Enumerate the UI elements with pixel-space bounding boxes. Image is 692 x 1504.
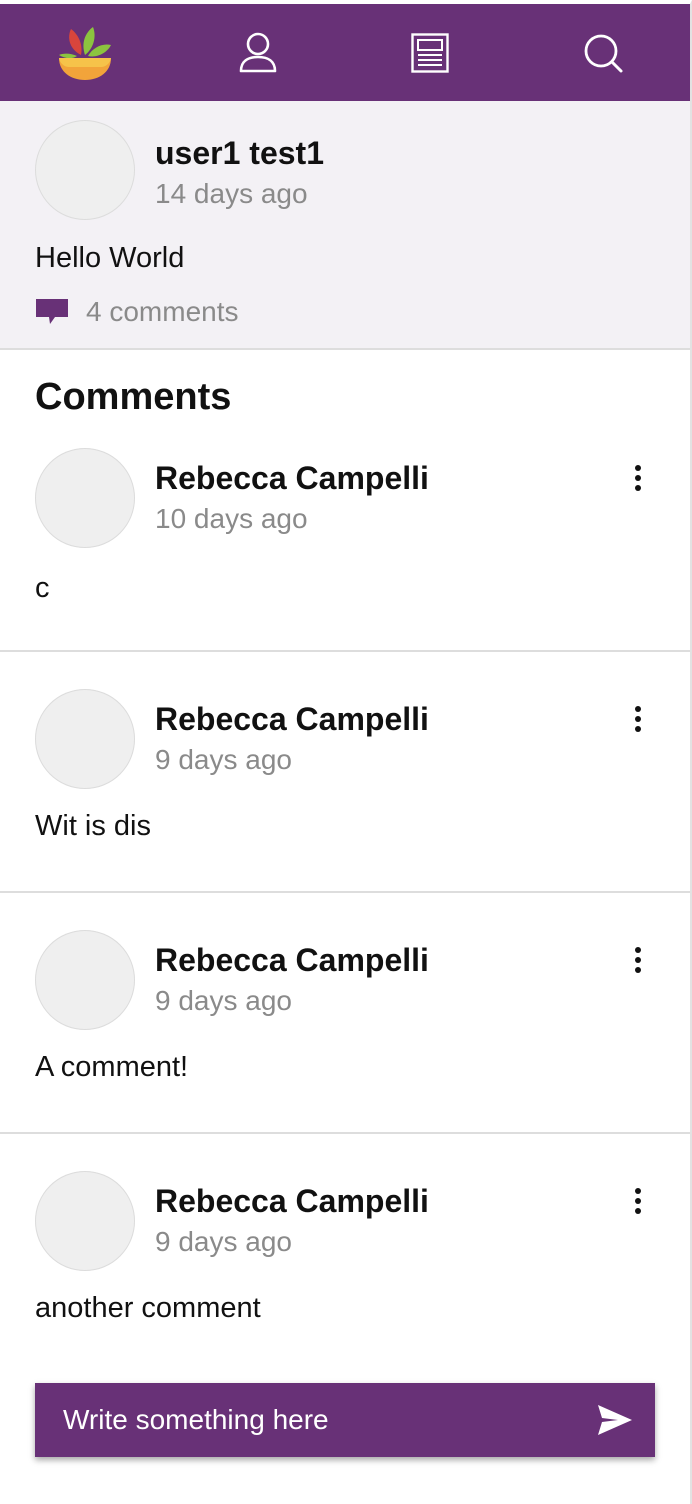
nav-feed-button[interactable]	[390, 4, 470, 101]
avatar[interactable]	[35, 120, 135, 220]
app-frame: user1 test1 14 days ago Hello World 4 co…	[0, 0, 692, 1504]
comment-composer	[35, 1383, 655, 1457]
speech-bubble-icon	[36, 299, 68, 324]
send-button[interactable]	[575, 1383, 655, 1457]
comment-options-button[interactable]	[622, 458, 654, 498]
avatar[interactable]	[35, 448, 135, 548]
avatar[interactable]	[35, 1171, 135, 1271]
comment-input[interactable]	[35, 1383, 575, 1457]
comments-heading: Comments	[35, 376, 232, 418]
comment-text: c	[35, 572, 50, 604]
comment-timestamp: 9 days ago	[155, 985, 292, 1016]
avatar[interactable]	[35, 689, 135, 789]
comment-item: Rebecca Campelli 9 days ago Wit is dis	[0, 689, 690, 893]
kebab-menu-icon	[635, 1188, 641, 1214]
comment-author-name[interactable]: Rebecca Campelli	[155, 1183, 429, 1220]
comment-text: Wit is dis	[35, 810, 151, 842]
avatar[interactable]	[35, 930, 135, 1030]
comment-text: A comment!	[35, 1051, 189, 1083]
comment-author-name[interactable]: Rebecca Campelli	[155, 942, 429, 979]
app-logo-bowl-leaves-icon	[59, 26, 111, 80]
kebab-menu-icon	[635, 465, 641, 491]
comment-options-button[interactable]	[622, 699, 654, 739]
send-arrow-icon	[598, 1405, 632, 1435]
newspaper-icon	[411, 32, 449, 73]
post-timestamp: 14 days ago	[155, 178, 308, 209]
top-nav-bar	[0, 4, 690, 101]
nav-search-button[interactable]	[563, 4, 643, 101]
post-author-name[interactable]: user1 test1	[155, 135, 324, 172]
kebab-menu-icon	[635, 706, 641, 732]
comment-item: Rebecca Campelli 9 days ago another comm…	[0, 1171, 690, 1371]
kebab-menu-icon	[635, 947, 641, 973]
comment-item: Rebecca Campelli 10 days ago c	[0, 448, 690, 652]
post-comment-count-link[interactable]: 4 comments	[35, 296, 239, 328]
comment-count-label: 4 comments	[86, 296, 239, 327]
nav-profile-button[interactable]	[218, 4, 298, 101]
nav-home-logo[interactable]	[45, 4, 125, 101]
comment-author-name[interactable]: Rebecca Campelli	[155, 460, 429, 497]
comment-timestamp: 10 days ago	[155, 503, 308, 534]
comment-options-button[interactable]	[622, 1181, 654, 1221]
comment-text: another comment	[35, 1292, 261, 1324]
post-text: Hello World	[35, 242, 185, 274]
search-icon	[584, 34, 623, 72]
comment-item: Rebecca Campelli 9 days ago A comment!	[0, 930, 690, 1134]
post-card: user1 test1 14 days ago Hello World 4 co…	[0, 101, 690, 350]
comment-timestamp: 9 days ago	[155, 1226, 292, 1257]
comment-author-name[interactable]: Rebecca Campelli	[155, 701, 429, 738]
comment-options-button[interactable]	[622, 940, 654, 980]
comment-timestamp: 9 days ago	[155, 744, 292, 775]
person-icon	[239, 32, 277, 72]
